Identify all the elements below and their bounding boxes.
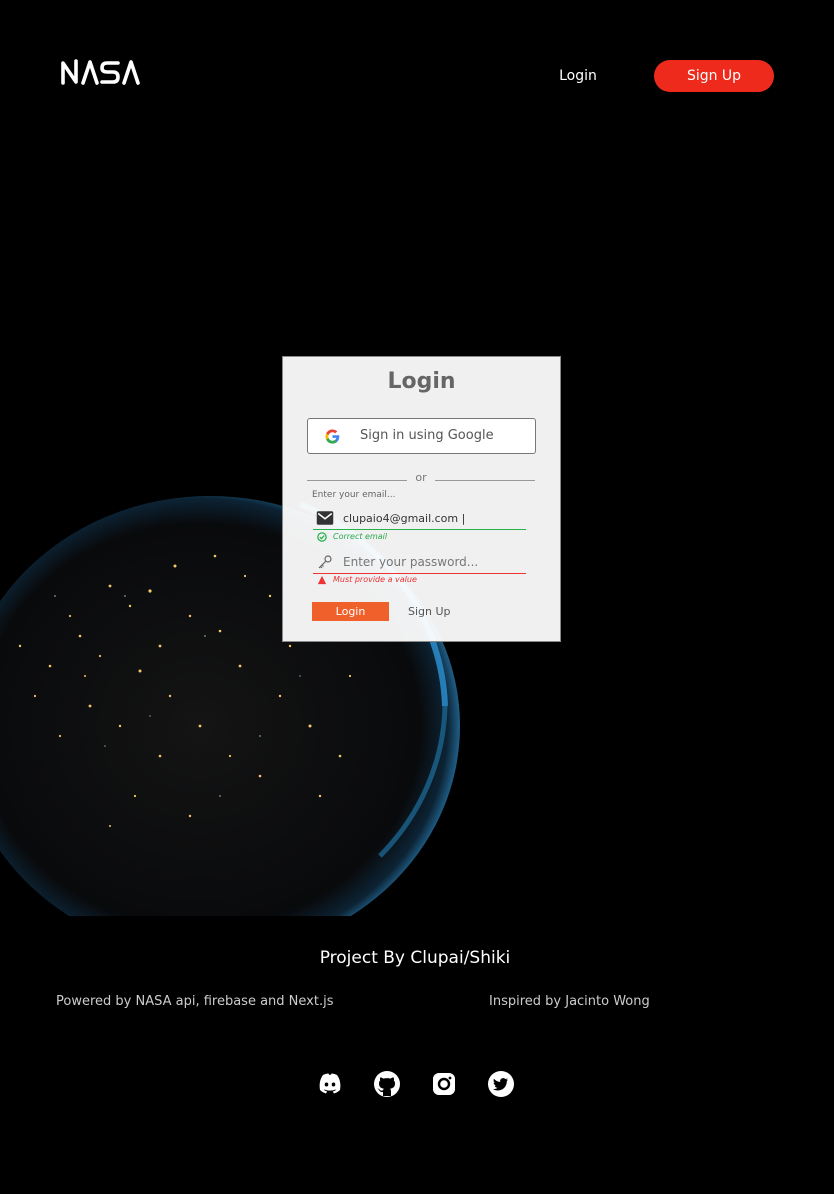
discord-icon[interactable] bbox=[315, 1069, 345, 1099]
email-input[interactable] bbox=[343, 507, 523, 529]
divider-right bbox=[435, 480, 535, 481]
nav-signup-button[interactable]: Sign Up bbox=[654, 60, 774, 92]
nav-login-link[interactable]: Login bbox=[552, 66, 604, 86]
password-field[interactable] bbox=[313, 551, 526, 574]
divider-left bbox=[307, 480, 407, 481]
login-card: Login Sign in using Google or Enter your… bbox=[282, 356, 561, 642]
password-input[interactable] bbox=[343, 551, 523, 573]
project-credit: Project By Clupai/Shiki bbox=[319, 948, 511, 968]
or-divider-text: or bbox=[415, 471, 427, 484]
google-signin-button[interactable]: Sign in using Google bbox=[307, 418, 536, 454]
email-hint-text: Correct email bbox=[333, 532, 388, 541]
nasa-logo bbox=[61, 59, 140, 85]
password-hint-text: Must provide a value bbox=[333, 575, 417, 584]
powered-by-text: Powered by NASA api, firebase and Next.j… bbox=[56, 994, 334, 1009]
google-signin-label: Sign in using Google bbox=[360, 428, 494, 443]
mail-icon bbox=[316, 511, 334, 525]
email-field[interactable] bbox=[313, 507, 526, 530]
key-icon bbox=[318, 555, 332, 569]
github-icon[interactable] bbox=[372, 1069, 402, 1099]
email-label: Enter your email... bbox=[312, 490, 396, 500]
card-login-button[interactable]: Login bbox=[312, 602, 389, 621]
inspired-by-text: Inspired by Jacinto Wong bbox=[489, 994, 650, 1009]
card-signup-link[interactable]: Sign Up bbox=[408, 602, 451, 621]
twitter-icon[interactable] bbox=[486, 1069, 516, 1099]
instagram-icon[interactable] bbox=[429, 1069, 459, 1099]
check-circle-icon bbox=[317, 532, 327, 542]
login-title: Login bbox=[387, 369, 456, 394]
warning-icon bbox=[317, 575, 327, 585]
google-icon bbox=[325, 429, 340, 444]
